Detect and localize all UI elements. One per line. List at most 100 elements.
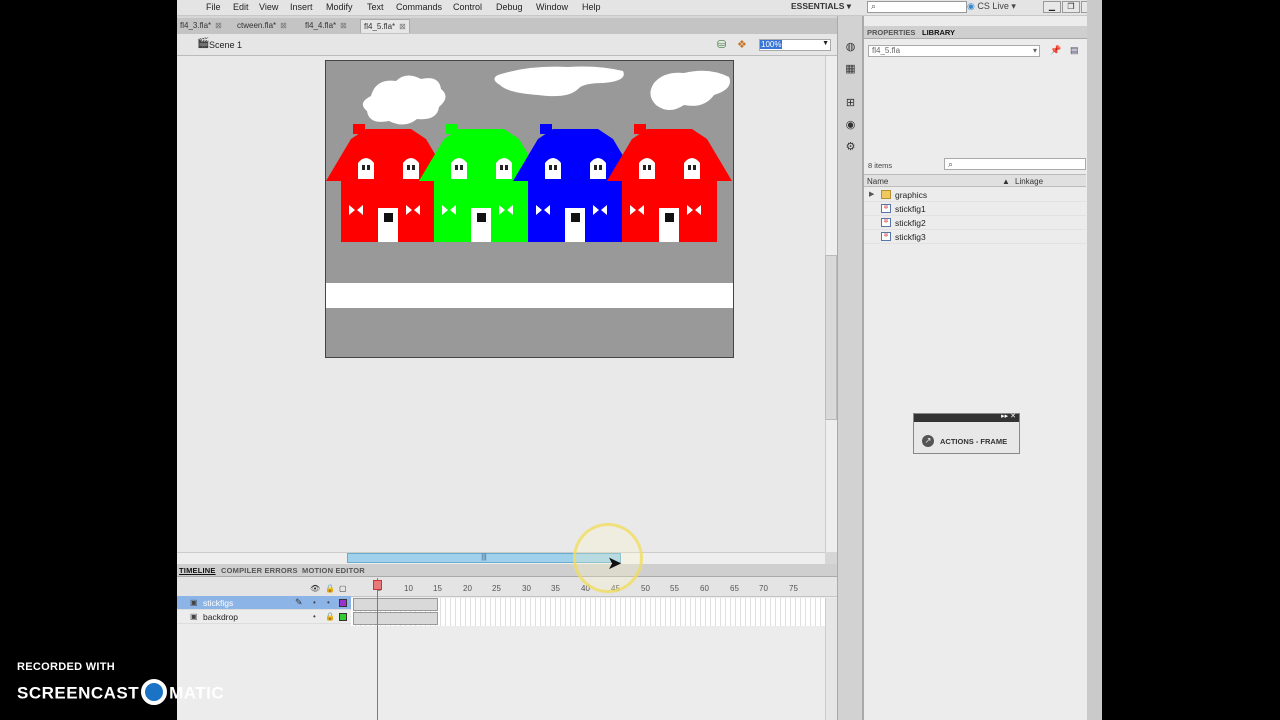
playhead-handle[interactable]	[373, 580, 382, 590]
visibility-dot[interactable]: •	[313, 612, 316, 621]
menu-text[interactable]: Text	[367, 2, 384, 12]
scene-breadcrumb[interactable]: Scene 1	[209, 40, 242, 50]
watermark-word-1: SCREENCAST	[17, 683, 140, 703]
library-item-name: stickfig1	[895, 204, 926, 214]
frame-number: 65	[730, 584, 739, 593]
layer-color-swatch[interactable]	[339, 599, 347, 607]
layer-name: stickfigs	[203, 598, 234, 608]
minimize-button[interactable]: ▁	[1043, 1, 1061, 13]
doc-tab-fl4-3[interactable]: fl4_3.fla* ⊠	[177, 19, 225, 33]
library-search-input[interactable]: ⌕	[944, 158, 1086, 170]
doc-tab-ctween[interactable]: ctween.fla* ⊠	[234, 19, 290, 33]
align-panel-icon[interactable]: ⊞	[843, 96, 858, 110]
close-tab-icon[interactable]: ⊠	[340, 21, 347, 30]
close-tab-icon[interactable]: ⊠	[215, 21, 222, 30]
stage[interactable]	[325, 60, 734, 358]
tab-compiler-errors[interactable]: COMPILER ERRORS	[221, 566, 298, 575]
tab-properties[interactable]: PROPERTIES	[867, 28, 915, 37]
doc-tab-fl4-5[interactable]: fl4_5.fla* ⊠	[360, 19, 410, 33]
library-tabs: PROPERTIES LIBRARY	[864, 26, 1088, 39]
doc-tab-label: ctween.fla*	[237, 21, 277, 30]
menu-control[interactable]: Control	[453, 2, 482, 12]
actions-frame-panel[interactable]: ▸▸ ✕ ↗ ACTIONS - FRAME	[913, 413, 1020, 454]
pencil-icon: ✎	[295, 597, 303, 607]
zoom-select[interactable]: 100% ▼	[759, 39, 831, 51]
frame-span-stickfigs[interactable]	[353, 598, 438, 611]
screencast-watermark: RECORDED WITH SCREENCAST MATIC	[17, 661, 224, 705]
new-library-icon[interactable]: ▤	[1070, 45, 1079, 56]
menu-window[interactable]: Window	[536, 2, 568, 12]
outline-icon[interactable]: ▢	[339, 584, 347, 593]
library-item-count: 8 items	[868, 161, 893, 170]
library-item-stickfig1[interactable]: ✲ stickfig1	[864, 202, 1086, 216]
tab-timeline[interactable]: TIMELINE	[179, 566, 216, 575]
menu-commands[interactable]: Commands	[396, 2, 442, 12]
layer-stickfigs[interactable]: ▣ stickfigs ✎ • •	[177, 596, 351, 610]
document-tabs: fl4_3.fla* ⊠ ctween.fla* ⊠ fl4_4.fla* ⊠ fl4…	[177, 18, 837, 34]
help-search-input[interactable]: ⌕	[867, 1, 967, 13]
lock-icon[interactable]: 🔒	[325, 584, 335, 593]
tab-motion-editor[interactable]: MOTION EDITOR	[302, 566, 365, 575]
tab-library[interactable]: LIBRARY	[922, 28, 955, 37]
doc-tab-fl4-4[interactable]: fl4_4.fla* ⊠	[302, 19, 350, 33]
menu-debug[interactable]: Debug	[496, 2, 523, 12]
swatches-panel-icon[interactable]: ▦	[843, 62, 858, 76]
restore-button[interactable]: ❐	[1062, 1, 1080, 13]
collapsed-panel-strip: ◍ ▦ ⊞ ◉ ⚙	[837, 16, 863, 720]
layer-backdrop[interactable]: ▣ backdrop • 🔒	[177, 610, 351, 624]
lock-icon[interactable]: 🔒	[325, 612, 335, 621]
actions-panel-label: ACTIONS - FRAME	[940, 437, 1008, 446]
stage-vertical-scroll-thumb[interactable]	[825, 255, 837, 420]
watermark-word-2: MATIC	[169, 683, 225, 703]
close-tab-icon[interactable]: ⊠	[399, 22, 406, 31]
cs-live-icon: ◉	[967, 1, 975, 11]
cs-live-button[interactable]: ◉ CS Live ▾	[967, 1, 1016, 12]
column-name[interactable]: Name	[867, 177, 888, 186]
visibility-dot[interactable]: •	[313, 598, 316, 607]
menu-edit[interactable]: Edit	[233, 2, 249, 12]
movieclip-symbol-icon: ✲	[881, 232, 891, 241]
timeline-panel: TIMELINE COMPILER ERRORS MOTION EDITOR 👁…	[177, 564, 837, 720]
eye-icon[interactable]: 👁	[310, 584, 320, 593]
frame-number: 35	[551, 584, 560, 593]
frame-number: 20	[463, 584, 472, 593]
menu-modify[interactable]: Modify	[326, 2, 353, 12]
edit-scene-icon[interactable]: ⛁	[717, 38, 726, 51]
edit-symbols-icon[interactable]: ❖	[737, 38, 747, 51]
search-icon: ⌕	[871, 1, 877, 11]
lock-dot[interactable]: •	[327, 598, 330, 607]
movieclip-symbol-icon: ✲	[881, 204, 891, 213]
library-item-stickfig3[interactable]: ✲ stickfig3	[864, 230, 1086, 244]
timeline-vertical-scrollbar[interactable]	[825, 598, 837, 720]
chevron-down-icon: ▾	[1032, 46, 1037, 55]
menu-file[interactable]: File	[206, 2, 221, 12]
layer-color-swatch[interactable]	[339, 613, 347, 621]
library-document-select[interactable]: fl4_5.fla ▾	[868, 45, 1040, 57]
close-icon[interactable]: ▸▸ ✕	[1001, 412, 1016, 420]
workspace-switcher[interactable]: ESSENTIALS ▾	[791, 1, 851, 12]
column-linkage[interactable]: Linkage	[1015, 177, 1043, 186]
menu-view[interactable]: View	[259, 2, 278, 12]
pin-library-icon[interactable]: 📌	[1050, 45, 1061, 56]
close-tab-icon[interactable]: ⊠	[280, 21, 287, 30]
library-item-graphics[interactable]: ▶ graphics	[864, 188, 1086, 202]
doc-tab-label: fl4_4.fla*	[305, 21, 337, 30]
menu-help[interactable]: Help	[582, 2, 601, 12]
toolbar-edge	[1087, 0, 1102, 720]
playhead[interactable]	[377, 578, 378, 720]
chevron-down-icon: ▼	[822, 40, 829, 47]
stage-artwork	[326, 66, 733, 308]
menu-insert[interactable]: Insert	[290, 2, 313, 12]
cs-live-label: CS Live	[977, 1, 1009, 11]
transform-panel-icon[interactable]: ⚙	[843, 140, 858, 154]
color-panel-icon[interactable]: ◍	[843, 40, 858, 54]
info-panel-icon[interactable]: ◉	[843, 118, 858, 132]
expand-arrow-icon[interactable]: ▶	[869, 190, 874, 198]
frame-span-backdrop[interactable]	[353, 612, 438, 625]
doc-tab-label: fl4_5.fla*	[364, 22, 396, 31]
actions-panel-titlebar[interactable]: ▸▸ ✕	[914, 412, 1019, 422]
library-item-name: stickfig2	[895, 218, 926, 228]
library-item-stickfig2[interactable]: ✲ stickfig2	[864, 216, 1086, 230]
frame-number: 30	[522, 584, 531, 593]
sort-up-icon: ▲	[1002, 177, 1010, 186]
